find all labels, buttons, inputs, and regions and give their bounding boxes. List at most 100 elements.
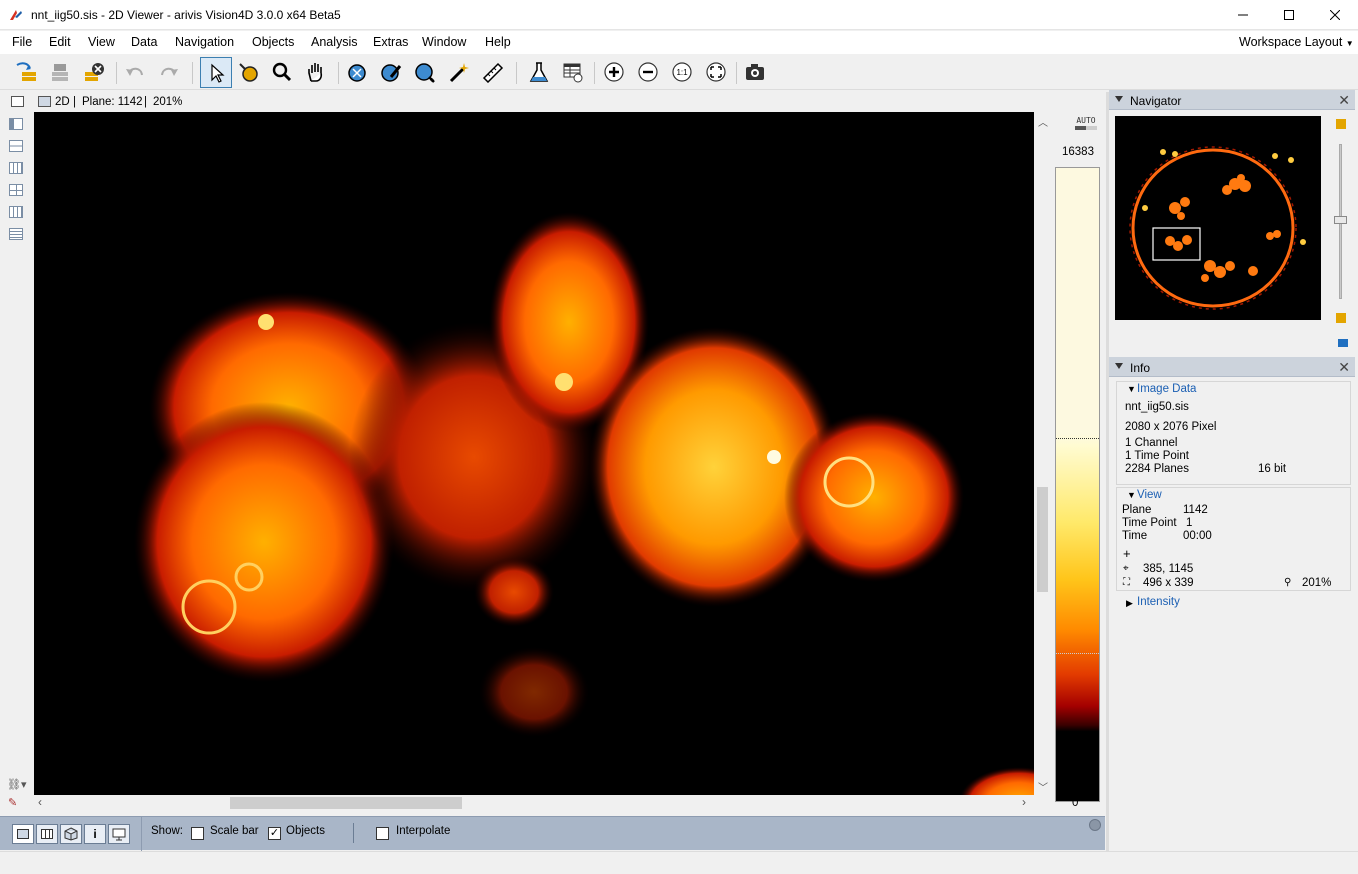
pan-tool-button[interactable] bbox=[302, 58, 330, 86]
navigator-video-icon[interactable] bbox=[1338, 339, 1348, 347]
zoom-tool-button[interactable] bbox=[268, 58, 296, 86]
viewer-menu-icon[interactable] bbox=[11, 96, 24, 107]
fit-to-window-button[interactable] bbox=[702, 58, 730, 86]
layout-columns-icon[interactable] bbox=[9, 162, 23, 174]
menu-extras[interactable]: Extras bbox=[373, 35, 408, 49]
vertical-scroll-thumb[interactable] bbox=[1037, 487, 1048, 592]
undo-button[interactable] bbox=[121, 58, 149, 86]
view-header[interactable]: View bbox=[1137, 489, 1162, 501]
redo-icon bbox=[161, 67, 178, 76]
auto-contrast-button[interactable]: AUTO bbox=[1074, 116, 1098, 136]
ruler-icon bbox=[482, 62, 504, 83]
table-button[interactable] bbox=[559, 58, 587, 86]
horizontal-scrollbar[interactable]: ‹ › bbox=[34, 795, 1035, 811]
scroll-down-icon[interactable]: ﹀ bbox=[1038, 779, 1048, 794]
zoom-1to1-button[interactable]: 1:1 bbox=[668, 58, 696, 86]
status-bar bbox=[0, 851, 1358, 874]
open-button[interactable] bbox=[12, 58, 40, 86]
menu-view[interactable]: View bbox=[88, 35, 115, 49]
navigator-plane-down-icon[interactable] bbox=[1336, 313, 1346, 323]
collapse-arrow-icon[interactable] bbox=[1115, 96, 1123, 102]
menu-objects[interactable]: Objects bbox=[252, 35, 294, 49]
3d-view-button[interactable] bbox=[60, 824, 82, 844]
maximize-button[interactable] bbox=[1266, 0, 1312, 30]
menu-file[interactable]: File bbox=[12, 35, 32, 49]
menu-window[interactable]: Window bbox=[422, 35, 466, 49]
object-tool-button[interactable] bbox=[343, 58, 371, 86]
info-view-button[interactable]: i bbox=[84, 824, 106, 844]
info-close-icon[interactable]: ✕ bbox=[1338, 359, 1350, 376]
gallery-view-icon bbox=[41, 829, 53, 839]
vertical-scrollbar[interactable]: ︿ ﹀ bbox=[1035, 112, 1050, 795]
layout-grid-3x3-icon[interactable] bbox=[9, 228, 23, 240]
menu-navigation[interactable]: Navigation bbox=[175, 35, 234, 49]
viewer-bottom-bar: i Show: Scale bar ✓ Objects Interpolate bbox=[0, 816, 1105, 851]
lut-upper-marker[interactable] bbox=[1056, 438, 1099, 439]
minimize-button[interactable] bbox=[1220, 0, 1266, 30]
lut-gradient[interactable] bbox=[1055, 167, 1100, 802]
interpolate-checkbox[interactable] bbox=[376, 827, 389, 840]
viewer-header: 2D | Plane: 1142 | 201% bbox=[0, 92, 1105, 112]
scroll-up-icon[interactable]: ︿ bbox=[1038, 114, 1048, 129]
menu-data[interactable]: Data bbox=[131, 35, 157, 49]
lut-lower-marker[interactable] bbox=[1056, 653, 1099, 654]
scroll-left-icon[interactable]: ‹ bbox=[38, 795, 42, 809]
scale-bar-checkbox[interactable] bbox=[191, 827, 204, 840]
close-file-icon bbox=[85, 63, 104, 81]
link-icon[interactable]: ⛓▾ bbox=[7, 778, 27, 791]
intensity-header[interactable]: Intensity bbox=[1137, 596, 1180, 608]
presentation-view-button[interactable] bbox=[108, 824, 130, 844]
pointer-tool-button[interactable] bbox=[200, 57, 232, 88]
save-button[interactable] bbox=[46, 58, 74, 86]
unlink-icon[interactable]: ✎ bbox=[8, 796, 17, 809]
workspace-layout-menu[interactable]: Workspace Layout ▼ bbox=[1239, 35, 1354, 49]
close-file-button[interactable] bbox=[80, 58, 108, 86]
magic-wand-button[interactable] bbox=[445, 58, 473, 86]
image-data-header[interactable]: Image Data bbox=[1137, 383, 1196, 395]
expand-right-arrow-icon[interactable]: ▶ bbox=[1126, 598, 1133, 609]
paint-tool-button[interactable] bbox=[234, 58, 262, 86]
menu-analysis[interactable]: Analysis bbox=[311, 35, 358, 49]
navigator-thumbnail[interactable] bbox=[1115, 116, 1321, 320]
scroll-right-icon[interactable]: › bbox=[1022, 795, 1026, 809]
zoom-out-button[interactable] bbox=[634, 58, 662, 86]
zoom-in-button[interactable] bbox=[600, 58, 628, 86]
lut-min-value: 0 bbox=[1072, 797, 1079, 809]
navigator-panel bbox=[1109, 110, 1355, 355]
analysis-button[interactable] bbox=[525, 58, 553, 86]
image-canvas[interactable] bbox=[34, 112, 1034, 795]
expand-arrow-icon[interactable]: ▼ bbox=[1127, 490, 1136, 500]
menu-bar: File Edit View Data Navigation Objects A… bbox=[0, 31, 1358, 54]
layout-horizontal-split-icon[interactable] bbox=[9, 140, 23, 152]
info-panel-header[interactable]: Info ✕ bbox=[1109, 357, 1355, 377]
toolbar-separator bbox=[736, 62, 737, 84]
layout-grid-3x2-icon[interactable] bbox=[9, 206, 23, 218]
expand-arrow-icon[interactable]: ▼ bbox=[1127, 384, 1136, 394]
navigator-close-icon[interactable]: ✕ bbox=[1338, 92, 1350, 109]
region-icon: ⛶ bbox=[1123, 577, 1130, 588]
view-zoom: 201% bbox=[1302, 577, 1332, 589]
navigator-plane-up-icon[interactable] bbox=[1336, 119, 1346, 129]
objects-checkbox[interactable]: ✓ bbox=[268, 827, 281, 840]
navigator-slider-thumb[interactable] bbox=[1334, 216, 1347, 224]
paint-icon bbox=[239, 63, 258, 82]
region-grow-button[interactable] bbox=[411, 58, 439, 86]
horizontal-scroll-thumb[interactable] bbox=[230, 797, 462, 809]
layout-grid-2x2-icon[interactable] bbox=[9, 184, 23, 196]
layout-single-icon[interactable] bbox=[9, 118, 23, 130]
brush-tool-button[interactable] bbox=[377, 58, 405, 86]
ruler-button[interactable] bbox=[479, 58, 507, 86]
menu-edit[interactable]: Edit bbox=[49, 35, 71, 49]
undo-icon bbox=[126, 67, 143, 76]
navigator-panel-header[interactable]: Navigator ✕ bbox=[1109, 90, 1355, 110]
collapse-arrow-icon[interactable] bbox=[1115, 363, 1123, 369]
gallery-view-button[interactable] bbox=[36, 824, 58, 844]
window-title: nnt_iig50.sis - 2D Viewer - arivis Visio… bbox=[31, 8, 341, 22]
redo-button[interactable] bbox=[155, 58, 183, 86]
snapshot-button[interactable] bbox=[741, 58, 769, 86]
close-icon bbox=[1330, 10, 1340, 20]
3d-view-icon bbox=[64, 827, 78, 841]
close-window-button[interactable] bbox=[1312, 0, 1358, 30]
2d-view-button[interactable] bbox=[12, 824, 34, 844]
menu-help[interactable]: Help bbox=[485, 35, 511, 49]
